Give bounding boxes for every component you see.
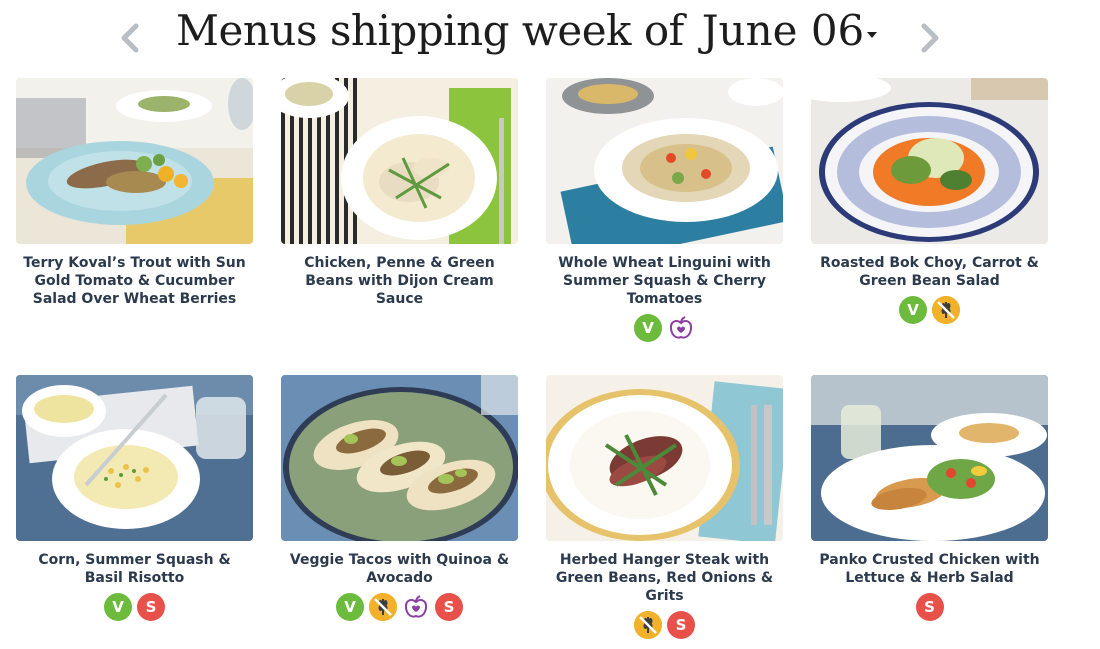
recipe-photo[interactable] xyxy=(811,78,1048,244)
recipe-photo[interactable] xyxy=(16,375,253,541)
diet-badges: V xyxy=(811,296,1048,324)
recipe-card[interactable]: Herbed Hanger Steak with Green Beans, Re… xyxy=(546,375,783,639)
previous-week-button[interactable] xyxy=(116,18,144,58)
chevron-left-icon xyxy=(121,23,139,53)
recipe-photo[interactable] xyxy=(811,375,1048,541)
recipe-card[interactable]: Veggie Tacos with Quinoa & Avocado V S xyxy=(281,375,518,621)
recipe-card[interactable]: Chicken, Penne & Green Beans with Dijon … xyxy=(281,78,518,314)
recipe-card[interactable]: Panko Crusted Chicken with Lettuce & Her… xyxy=(811,375,1048,621)
recipe-name[interactable]: Panko Crusted Chicken with Lettuce & Her… xyxy=(811,551,1048,587)
vegetarian-icon: V xyxy=(899,296,927,324)
recipe-name[interactable]: Corn, Summer Squash & Basil Risotto xyxy=(16,551,253,587)
recipe-name[interactable]: Chicken, Penne & Green Beans with Dijon … xyxy=(281,254,518,308)
diet-badges: V S xyxy=(16,593,253,621)
apple-icon xyxy=(402,593,430,621)
recipe-name[interactable]: Terry Koval’s Trout with Sun Gold Tomato… xyxy=(16,254,253,308)
spicy-icon: S xyxy=(915,593,944,621)
chevron-right-icon xyxy=(921,23,939,53)
apple-icon xyxy=(667,314,695,342)
recipe-card[interactable]: Whole Wheat Linguini with Summer Squash … xyxy=(546,78,783,342)
week-date[interactable]: June 06 xyxy=(702,6,865,55)
recipe-card[interactable]: Terry Koval’s Trout with Sun Gold Tomato… xyxy=(16,78,253,314)
spicy-icon: S xyxy=(667,611,695,639)
recipe-card[interactable]: Roasted Bok Choy, Carrot & Green Bean Sa… xyxy=(811,78,1048,324)
page-title: Menus shipping week of xyxy=(176,5,684,55)
recipe-photo[interactable] xyxy=(546,375,783,541)
recipe-photo[interactable] xyxy=(281,375,518,541)
caret-down-icon[interactable] xyxy=(867,32,878,38)
next-week-button[interactable] xyxy=(916,18,944,58)
recipe-photo[interactable] xyxy=(546,78,783,244)
recipe-photo[interactable] xyxy=(281,78,518,244)
recipe-name[interactable]: Veggie Tacos with Quinoa & Avocado xyxy=(281,551,518,587)
vegetarian-icon: V xyxy=(634,314,662,342)
gluten-free-icon xyxy=(369,593,397,621)
gluten-free-icon xyxy=(634,611,662,639)
spicy-icon: S xyxy=(435,593,463,621)
recipe-card[interactable]: Corn, Summer Squash & Basil Risotto V S xyxy=(16,375,253,621)
menu-header: Menus shipping week of June 06 xyxy=(0,0,1100,70)
diet-badges: V xyxy=(546,314,783,342)
recipe-photo[interactable] xyxy=(16,78,253,244)
vegetarian-icon: V xyxy=(104,593,132,621)
gluten-free-icon xyxy=(932,296,960,324)
recipe-name[interactable]: Herbed Hanger Steak with Green Beans, Re… xyxy=(546,551,783,605)
diet-badges: V S xyxy=(281,593,518,621)
week-selector[interactable]: Menus shipping week of June 06 xyxy=(176,2,878,58)
diet-badges: S xyxy=(546,611,783,639)
spicy-icon: S xyxy=(137,593,165,621)
recipe-name[interactable]: Roasted Bok Choy, Carrot & Green Bean Sa… xyxy=(811,254,1048,290)
vegetarian-icon: V xyxy=(336,593,364,621)
recipe-name[interactable]: Whole Wheat Linguini with Summer Squash … xyxy=(546,254,783,308)
diet-badges: S xyxy=(811,593,1048,621)
